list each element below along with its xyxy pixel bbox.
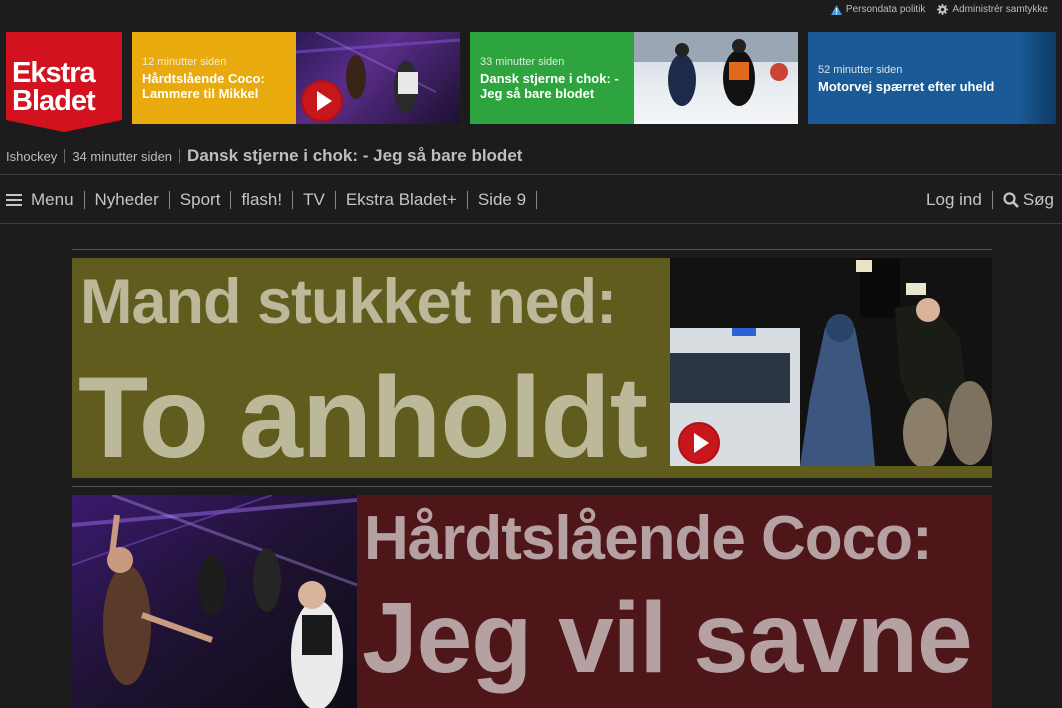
nav-item-tv[interactable]: TV bbox=[303, 190, 325, 210]
story-card[interactable]: Mand stukket ned: To anholdt bbox=[72, 258, 992, 482]
teaser-image bbox=[296, 32, 460, 124]
warning-icon bbox=[830, 4, 842, 15]
search-icon bbox=[1003, 192, 1019, 208]
nav-item-nyheder[interactable]: Nyheder bbox=[95, 190, 159, 210]
gear-icon bbox=[937, 4, 949, 15]
privacy-link[interactable]: Persondata politik bbox=[830, 4, 926, 15]
divider bbox=[64, 149, 66, 163]
nav-item-ekstra-bladet-plus[interactable]: Ekstra Bladet+ bbox=[346, 190, 457, 210]
divider bbox=[0, 223, 1062, 224]
nav-item-flash[interactable]: flash! bbox=[241, 190, 282, 210]
divider bbox=[72, 486, 992, 487]
hamburger-icon bbox=[6, 191, 22, 209]
ekstra-bladet-logo[interactable]: Ekstra Bladet bbox=[6, 32, 122, 132]
play-button[interactable] bbox=[301, 80, 343, 122]
teaser-card[interactable]: 52 minutter siden Motorvej spærret efter… bbox=[808, 32, 1056, 124]
consent-link[interactable]: Administrér samtykke bbox=[937, 4, 1048, 15]
divider bbox=[72, 249, 992, 250]
top-bar: Persondata politik Administrér samtykke bbox=[0, 0, 1062, 24]
ticker-time: 34 minutter siden bbox=[72, 148, 173, 164]
ticker-headline: Dansk stjerne i chok: - Jeg så bare blod… bbox=[187, 146, 523, 165]
teaser-headline: Hårdtslående Coco: Lammere til Mikkel bbox=[142, 71, 265, 101]
top-links: Persondata politik Administrér samtykke bbox=[830, 4, 1048, 15]
login-link[interactable]: Log ind bbox=[926, 190, 982, 210]
play-button[interactable] bbox=[678, 422, 720, 464]
teaser-headline: Dansk stjerne i chok: - Jeg så bare blod… bbox=[480, 71, 619, 101]
ticker-category: Ishockey bbox=[6, 148, 58, 164]
teaser-text: 52 minutter siden Motorvej spærret efter… bbox=[808, 32, 1056, 124]
teaser-text: 33 minutter siden Dansk stjerne i chok: … bbox=[470, 32, 634, 124]
hockey-image bbox=[634, 32, 798, 106]
menu-button[interactable]: Menu bbox=[6, 190, 74, 210]
teaser-headline: Motorvej spærret efter uheld bbox=[818, 79, 995, 94]
story-kicker: Mand stukket ned: bbox=[80, 267, 617, 337]
teaser-card[interactable]: 33 minutter siden Dansk stjerne i chok: … bbox=[470, 32, 798, 124]
consent-link-label: Administrér samtykke bbox=[952, 4, 1048, 15]
logo-line-2: Bladet bbox=[12, 85, 96, 117]
nav-item-sport[interactable]: Sport bbox=[180, 190, 221, 210]
teaser-card[interactable]: 12 minutter siden Hårdtslående Coco: Lam… bbox=[132, 32, 460, 124]
search-button[interactable]: Søg bbox=[1003, 190, 1054, 210]
divider bbox=[179, 149, 181, 163]
teaser-text: 12 minutter siden Hårdtslående Coco: Lam… bbox=[132, 32, 296, 124]
story-card[interactable]: Hårdtslående Coco: Jeg vil savne bbox=[72, 495, 992, 708]
teaser-image bbox=[634, 32, 798, 124]
menu-label: Menu bbox=[31, 190, 74, 209]
teaser-time: 33 minutter siden bbox=[480, 56, 565, 68]
story-image bbox=[670, 258, 992, 466]
search-label: Søg bbox=[1022, 190, 1054, 209]
breaking-ticker[interactable]: Ishockey 34 minutter siden Dansk stjerne… bbox=[6, 143, 522, 169]
nav-item-side-9[interactable]: Side 9 bbox=[478, 190, 526, 210]
story-image bbox=[72, 495, 357, 708]
dancers-image bbox=[72, 495, 357, 708]
logo-line-1: Ekstra bbox=[12, 57, 96, 89]
teaser-time: 12 minutter siden bbox=[142, 56, 227, 68]
privacy-link-label: Persondata politik bbox=[845, 4, 926, 15]
main-nav: Menu Nyheder Sport flash! TV Ekstra Blad… bbox=[0, 176, 1062, 224]
story-headline: Jeg vil savne bbox=[362, 582, 973, 694]
divider bbox=[0, 174, 1062, 175]
story-headline: To anholdt bbox=[78, 354, 648, 482]
story-kicker: Hårdtslående Coco: bbox=[364, 504, 933, 573]
teaser-time: 52 minutter siden bbox=[818, 64, 903, 76]
